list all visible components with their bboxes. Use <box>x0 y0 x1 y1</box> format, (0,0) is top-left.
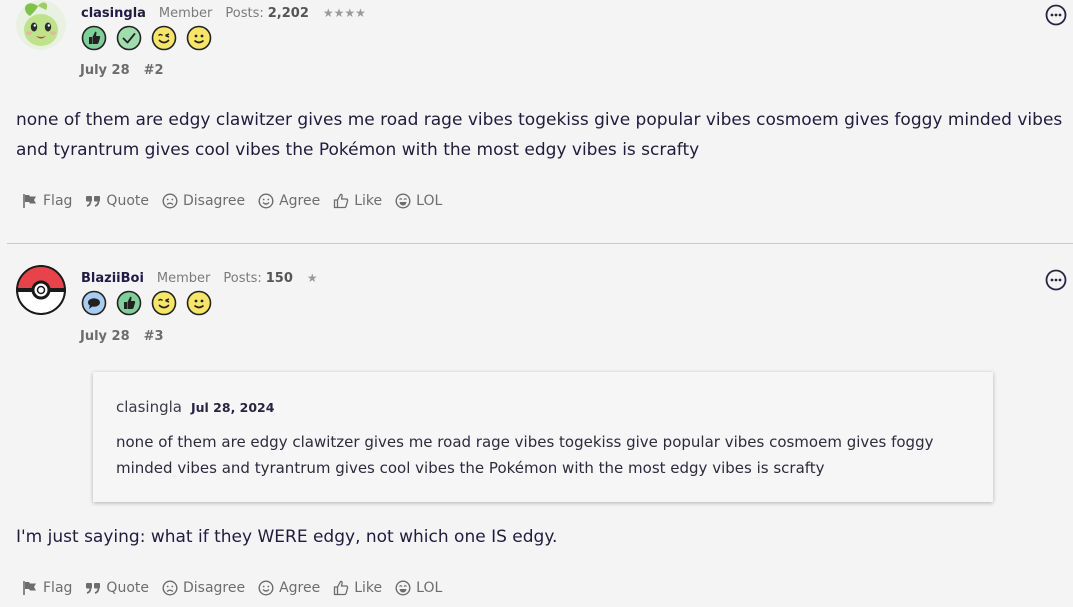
post-body: none of them are edgy clawitzer gives me… <box>16 110 1063 160</box>
post-actions: Flag Quote Disagree Agree Like LOL <box>22 193 455 209</box>
author-line: clasingla Member Posts: 2,202 ★★★★ <box>81 6 366 21</box>
thumbs-up-icon <box>333 193 349 209</box>
quote-icon <box>85 580 101 596</box>
user-role: Member <box>156 271 211 286</box>
smile-badge-icon[interactable] <box>186 25 212 51</box>
agree-label: Agree <box>279 580 321 596</box>
post-body: I'm just saying: what if they WERE edgy,… <box>16 527 558 547</box>
post-number[interactable]: #3 <box>144 329 164 344</box>
thumbs-up-icon <box>333 580 349 596</box>
flag-icon <box>22 193 38 209</box>
disagree-button[interactable]: Disagree <box>162 193 245 209</box>
like-label: Like <box>354 580 383 596</box>
agree-button[interactable]: Agree <box>258 193 320 209</box>
flag-button[interactable]: Flag <box>22 580 72 596</box>
post-date[interactable]: July 28 <box>80 329 130 344</box>
like-button[interactable]: Like <box>333 193 382 209</box>
rank-stars: ★★★★ <box>322 6 366 20</box>
comment-badge-icon[interactable] <box>81 290 107 316</box>
quote-author[interactable]: clasingla <box>116 398 182 416</box>
post-divider <box>7 243 1073 244</box>
posts-count: 150 <box>265 271 293 286</box>
laugh-icon <box>395 580 411 596</box>
like-label: Like <box>354 193 383 209</box>
lol-button[interactable]: LOL <box>395 193 442 209</box>
post: BlaziiBoi Member Posts: 150 ★ July 28 #3… <box>0 245 1073 607</box>
posts-label: Posts: <box>223 271 262 286</box>
flag-icon <box>22 580 38 596</box>
quote-icon <box>85 193 101 209</box>
like-button[interactable]: Like <box>333 580 382 596</box>
more-options-icon[interactable] <box>1045 269 1067 291</box>
smile-badge-icon[interactable] <box>186 290 212 316</box>
quote-header: clasingla Jul 28, 2024 <box>116 398 274 416</box>
lol-button[interactable]: LOL <box>395 580 442 596</box>
quote-date[interactable]: Jul 28, 2024 <box>191 400 274 415</box>
post-meta: July 28 #3 <box>80 329 164 344</box>
avatar[interactable] <box>16 0 66 50</box>
badge-row <box>81 290 212 316</box>
agree-label: Agree <box>279 193 321 209</box>
thumbs-up-badge-icon[interactable] <box>81 25 107 51</box>
flag-button[interactable]: Flag <box>22 193 72 209</box>
user-role: Member <box>158 6 213 21</box>
username[interactable]: clasingla <box>81 6 146 21</box>
more-options-icon[interactable] <box>1045 4 1067 26</box>
post-number[interactable]: #2 <box>144 63 164 78</box>
agree-button[interactable]: Agree <box>258 580 320 596</box>
rank-stars: ★ <box>306 271 318 285</box>
quote-button[interactable]: Quote <box>85 193 149 209</box>
avatar[interactable] <box>16 265 66 315</box>
lol-label: LOL <box>416 193 443 209</box>
quote-label: Quote <box>106 580 149 596</box>
disagree-label: Disagree <box>182 580 246 596</box>
author-line: BlaziiBoi Member Posts: 150 ★ <box>81 271 318 286</box>
post-meta: July 28 #2 <box>80 63 164 78</box>
username[interactable]: BlaziiBoi <box>81 271 144 286</box>
post-actions: Flag Quote Disagree Agree Like LOL <box>22 580 455 596</box>
post-date[interactable]: July 28 <box>80 63 130 78</box>
check-badge-icon[interactable] <box>116 25 142 51</box>
quote-label: Quote <box>106 193 149 209</box>
flag-label: Flag <box>43 580 73 596</box>
smile-icon <box>258 193 274 209</box>
flag-label: Flag <box>43 193 73 209</box>
smile-icon <box>258 580 274 596</box>
disagree-button[interactable]: Disagree <box>162 580 245 596</box>
badge-row <box>81 25 212 51</box>
quote-block[interactable]: clasingla Jul 28, 2024 none of them are … <box>93 372 993 502</box>
quote-text: none of them are edgy clawitzer gives me… <box>116 433 934 477</box>
posts-label: Posts: <box>225 6 264 21</box>
thumbs-up-badge-icon[interactable] <box>116 290 142 316</box>
laugh-icon <box>395 193 411 209</box>
disagree-label: Disagree <box>182 193 246 209</box>
wink-badge-icon[interactable] <box>151 290 177 316</box>
lol-label: LOL <box>416 580 443 596</box>
quote-button[interactable]: Quote <box>85 580 149 596</box>
wink-badge-icon[interactable] <box>151 25 177 51</box>
frown-icon <box>162 580 178 596</box>
posts-count: 2,202 <box>267 6 309 21</box>
frown-icon <box>162 193 178 209</box>
post: clasingla Member Posts: 2,202 ★★★★ July … <box>0 0 1073 243</box>
